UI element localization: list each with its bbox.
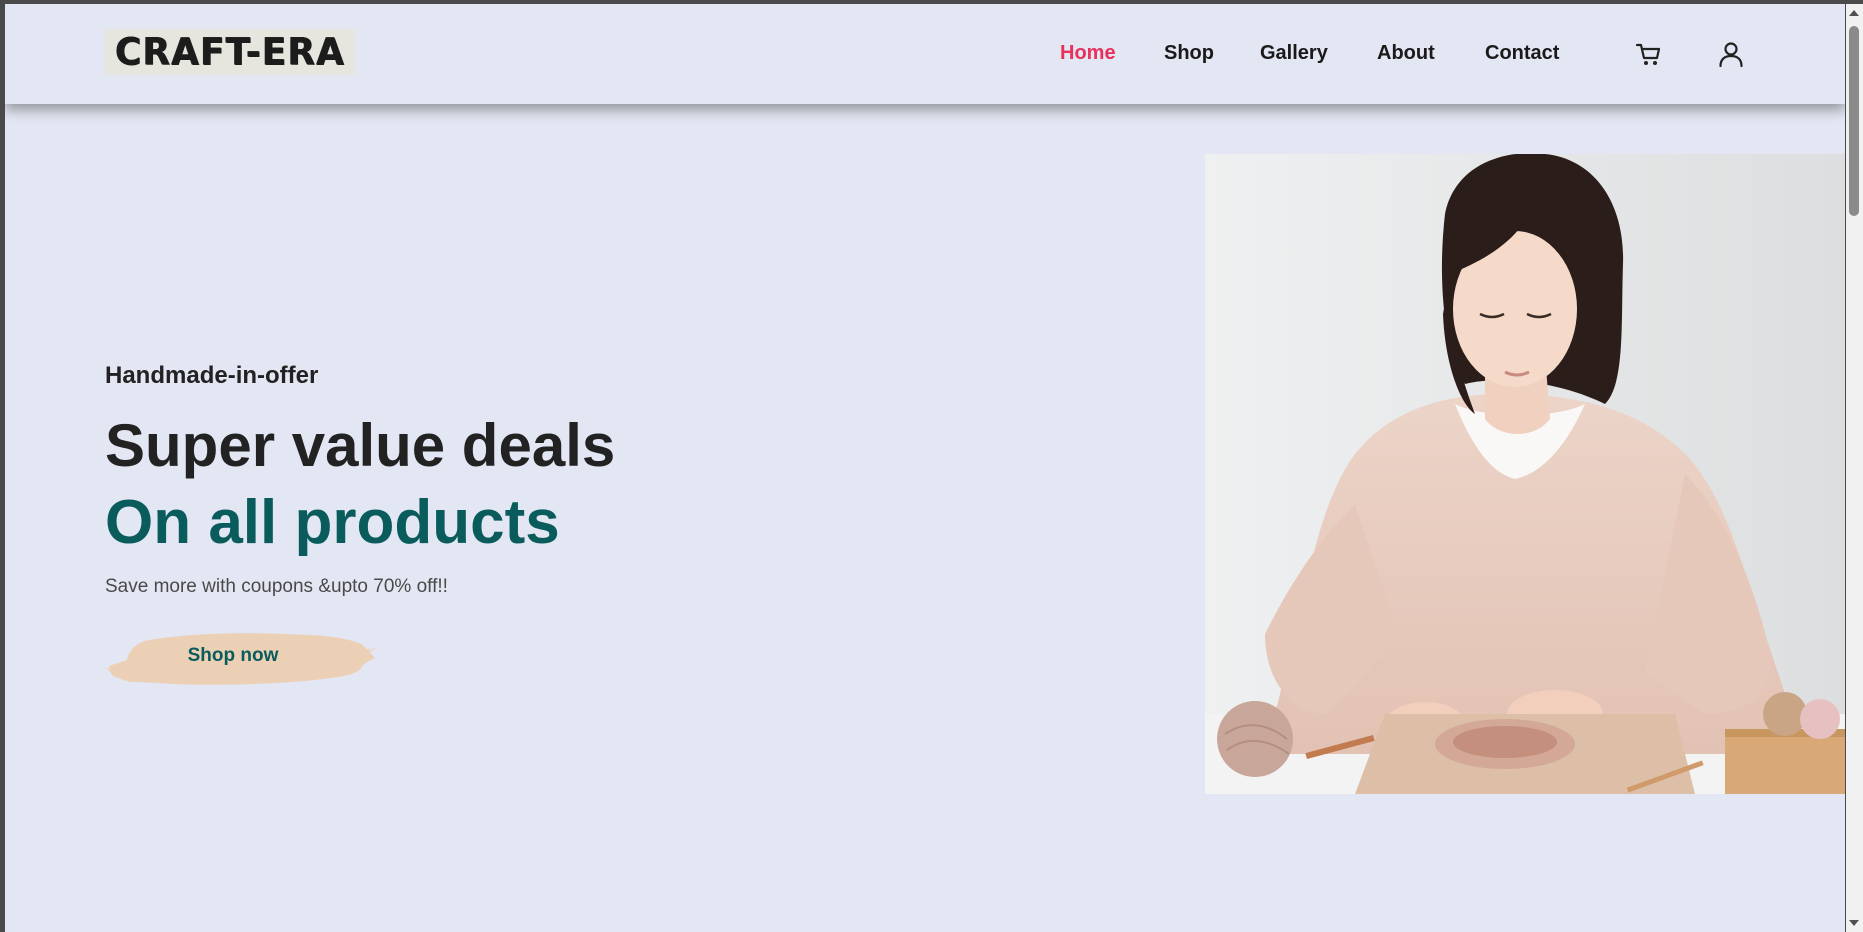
nav-item-home[interactable]: Home	[1060, 42, 1116, 65]
user-icon[interactable]	[1717, 40, 1745, 68]
vertical-scrollbar[interactable]	[1846, 4, 1863, 932]
scroll-up-arrow-icon[interactable]	[1849, 10, 1859, 16]
scroll-down-arrow-icon[interactable]	[1849, 920, 1859, 926]
shop-now-button[interactable]: Shop now	[105, 624, 377, 688]
main-nav: Home Shop Gallery About Contact	[5, 4, 1845, 104]
scrollbar-thumb[interactable]	[1849, 26, 1859, 216]
shop-now-label: Shop now	[187, 645, 279, 666]
hero-kicker: Handmade-in-offer	[105, 362, 319, 389]
nav-item-about[interactable]: About	[1377, 42, 1435, 65]
hero-subheadline: On all products	[105, 488, 560, 557]
cart-icon[interactable]	[1635, 40, 1663, 68]
nav-item-gallery[interactable]: Gallery	[1260, 42, 1328, 65]
hero-headline: Super value deals	[105, 412, 616, 479]
nav-item-contact[interactable]: Contact	[1485, 42, 1559, 65]
top-navbar: CRAFT-ERA Home Shop Gallery About Contac…	[5, 4, 1845, 104]
hero-image-woman-crafting	[1205, 154, 1845, 794]
nav-item-shop[interactable]: Shop	[1164, 42, 1214, 65]
page-viewport: CRAFT-ERA Home Shop Gallery About Contac…	[5, 4, 1845, 932]
hero-description: Save more with coupons &upto 70% off!!	[105, 576, 448, 597]
hero-section: Handmade-in-offer Super value deals On a…	[5, 104, 1845, 932]
